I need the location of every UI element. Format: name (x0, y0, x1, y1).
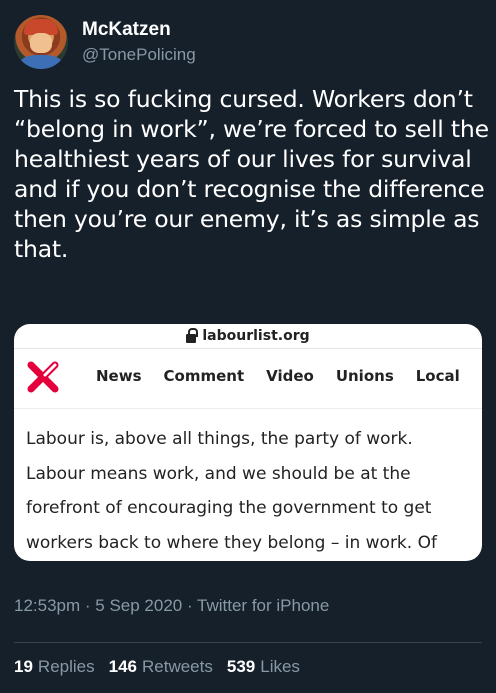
stats-divider (14, 642, 482, 643)
retweets-count: 146 (108, 657, 137, 676)
display-name[interactable]: McKatzen (82, 18, 196, 42)
retweets-stat[interactable]: 146 Retweets (109, 657, 213, 677)
url-bar: labourlist.org (14, 324, 482, 348)
nav-item-comment[interactable]: Comment (164, 367, 245, 385)
avatar[interactable] (14, 15, 68, 69)
replies-stat[interactable]: 19 Replies (14, 657, 95, 677)
user-handle[interactable]: @TonePolicing (82, 44, 196, 66)
image-card[interactable]: labourlist.org News Comment Video Unions… (14, 324, 482, 561)
likes-count: 539 (226, 657, 256, 676)
replies-label: Replies (37, 657, 95, 676)
labourlist-logo-icon (27, 361, 59, 393)
tweet-stats: 19 Replies 146 Retweets 539 Likes (14, 657, 300, 677)
site-nav: News Comment Video Unions Local (96, 367, 460, 385)
replies-count: 19 (14, 657, 33, 676)
article-text: Labour is, above all things, the party o… (26, 429, 437, 553)
tweet-header: McKatzen @TonePolicing (14, 14, 196, 70)
url-text: labourlist.org (202, 328, 310, 344)
retweets-label: Retweets (142, 657, 213, 676)
tweet-timestamp[interactable]: 12:53pm · 5 Sep 2020 · Twitter for iPhon… (14, 596, 329, 616)
avatar-face (30, 33, 52, 53)
nav-item-local[interactable]: Local (416, 367, 460, 385)
lock-icon (186, 327, 199, 343)
avatar-shirt (20, 55, 62, 69)
nav-divider (14, 408, 482, 409)
nav-item-unions[interactable]: Unions (336, 367, 394, 385)
user-names: McKatzen @TonePolicing (82, 18, 196, 66)
tweet-text: This is so fucking cursed. Workers don’t… (14, 85, 489, 263)
nav-item-video[interactable]: Video (266, 367, 314, 385)
url-bar-divider (14, 348, 482, 349)
nav-item-news[interactable]: News (96, 367, 142, 385)
likes-label: Likes (260, 657, 300, 676)
likes-stat[interactable]: 539 Likes (227, 657, 300, 677)
